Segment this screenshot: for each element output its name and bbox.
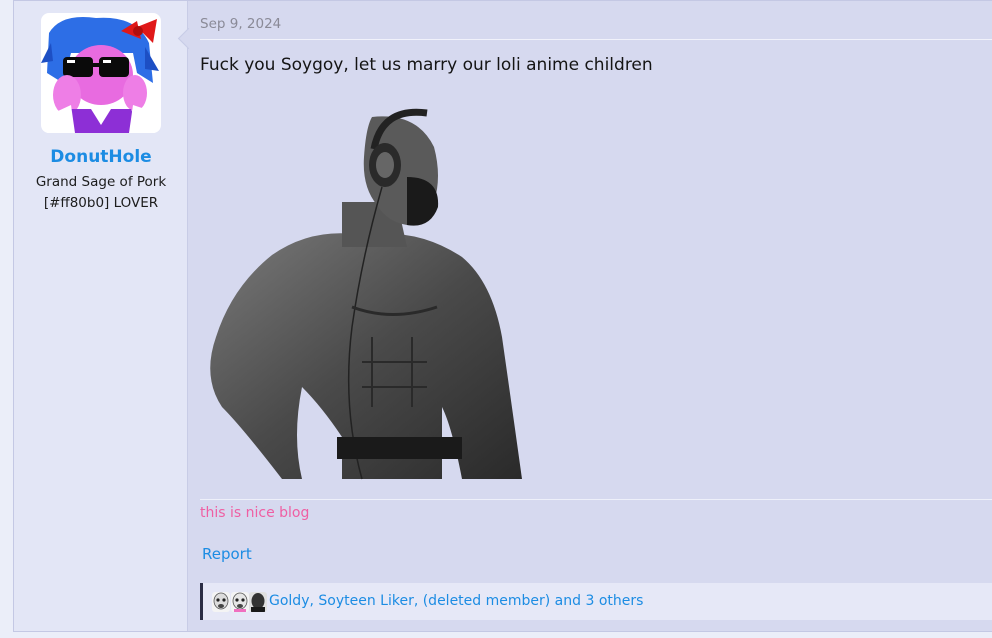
- user-info-panel: DonutHole Grand Sage of Pork [#ff80b0] L…: [14, 1, 188, 631]
- user-title: Grand Sage of Pork [#ff80b0] LOVER: [14, 172, 188, 214]
- gigachad-headphones-image: [210, 108, 522, 480]
- user-title-line-1: Grand Sage of Pork: [35, 174, 167, 190]
- soyjak-face-icon: [212, 592, 230, 612]
- post-date[interactable]: Sep 9, 2024: [200, 16, 281, 32]
- avatar[interactable]: [41, 13, 161, 133]
- user-signature: this is nice blog: [200, 505, 310, 521]
- report-link[interactable]: Report: [202, 545, 252, 563]
- post-image[interactable]: [202, 107, 532, 481]
- user-title-line-2: [#ff80b0] LOVER: [43, 195, 159, 211]
- post-message: Fuck you Soygoy, let us marry our loli a…: [200, 55, 653, 75]
- forum-post: DonutHole Grand Sage of Pork [#ff80b0] L…: [13, 0, 992, 632]
- reactions-bar[interactable]: Goldy, Soyteen Liker, (deleted member) a…: [200, 583, 992, 620]
- username[interactable]: DonutHole: [14, 147, 188, 167]
- reactions-list[interactable]: Goldy, Soyteen Liker, (deleted member) a…: [269, 593, 643, 609]
- signature-divider: [200, 499, 992, 500]
- divider: [200, 39, 992, 40]
- soyjak-face-icon: [231, 592, 249, 612]
- dark-face-icon: [249, 592, 267, 612]
- anime-avatar-icon: [41, 13, 161, 133]
